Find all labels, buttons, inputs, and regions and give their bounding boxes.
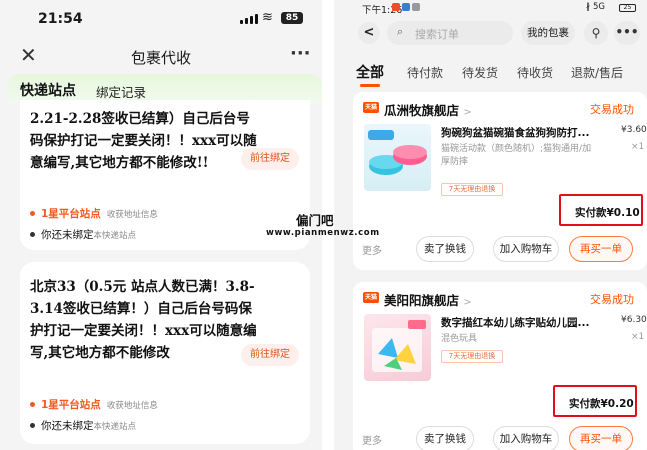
- product-price: ¥3.60: [621, 125, 647, 135]
- tmall-badge-icon: 天猫: [363, 102, 379, 113]
- orange-dot-icon: [30, 402, 35, 407]
- back-icon[interactable]: <: [358, 22, 380, 44]
- buy-again-button[interactable]: 再买一单: [569, 236, 633, 262]
- station-name: 1星平台站点: [41, 399, 101, 411]
- tab-express-station[interactable]: 快递站点: [18, 80, 78, 100]
- gray-dot-icon: [30, 232, 35, 237]
- station-description: 2.21-2.28签收已结算）自己后台号码保护打记一定要关闭！！xxx可以随意编…: [30, 111, 257, 171]
- right-screenshot: 下午1:26 ∦ 5G 25 < ⌕ 搜索订单 我的包裹 ⚲ ••• 全部 待付…: [334, 0, 647, 450]
- page-title: 包裹代收: [130, 49, 191, 67]
- bind-status-row: 你还未绑定 本快递站点: [30, 227, 136, 242]
- resell-button[interactable]: 卖了换钱: [416, 426, 474, 450]
- nav-bar: ✕ 包裹代收 ···: [0, 38, 322, 74]
- order-card: 天猫 美阳阳旗舰店 > 交易成功 数字描红本幼儿练字贴幼儿园... 混色玩具 7…: [353, 282, 647, 450]
- return-policy-tag: 7天无理由退换: [441, 350, 503, 363]
- product-qty: ×1: [631, 332, 645, 342]
- bind-status: 你还未绑定: [41, 229, 94, 241]
- station-description: 北京33（0.5元 站点人数已满！3.8-3.14签收已结算！）自己后台号码保护…: [30, 279, 257, 361]
- product-title[interactable]: 数字描红本幼儿练字贴幼儿园...: [441, 315, 601, 330]
- order-status: 交易成功: [590, 293, 634, 306]
- gray-dot-icon: [30, 423, 35, 428]
- add-to-cart-button[interactable]: 加入购物车: [493, 426, 559, 450]
- watermark-name: 偏门吧: [296, 213, 334, 228]
- order-tabs: 全部 待付款 待发货 待收货 退款/售后: [334, 56, 647, 87]
- station-row: 1星平台站点 收获地址信息: [30, 206, 158, 221]
- buy-again-button[interactable]: 再买一单: [569, 426, 633, 450]
- signal-icon: [240, 14, 258, 24]
- search-placeholder: 搜索订单: [415, 28, 459, 41]
- paid-amount: 实付款¥0.10: [575, 207, 640, 219]
- more-link[interactable]: 更多: [362, 242, 382, 257]
- battery-icon: 85: [281, 12, 303, 24]
- tab-bind-records[interactable]: 绑定记录: [96, 82, 146, 101]
- station-address-label: 收获地址信息: [106, 400, 158, 411]
- orange-dot-icon: [30, 211, 35, 216]
- shop-name-text: 美阳阳旗舰店: [384, 293, 460, 308]
- order-card: 天猫 瓜洲牧旗舰店 > 交易成功 狗碗狗盆猫碗猫食盆狗狗防打... 猫碗活动款（…: [353, 92, 647, 270]
- product-image[interactable]: [364, 124, 431, 191]
- my-packages-button[interactable]: 我的包裹: [521, 21, 575, 45]
- go-bind-button[interactable]: 前往绑定: [241, 344, 299, 366]
- return-policy-tag: 7天无理由退换: [441, 183, 503, 196]
- more-icon[interactable]: •••: [614, 21, 640, 45]
- bind-status-row: 你还未绑定 本快递站点: [30, 418, 136, 433]
- station-card: 北京33（0.5元 站点人数已满！3.8-3.14签收已结算！）自己后台号码保护…: [20, 262, 310, 444]
- order-status: 交易成功: [590, 103, 634, 116]
- status-bar: 下午1:26 ∦ 5G 25: [334, 0, 647, 16]
- shop-name[interactable]: 瓜洲牧旗舰店 >: [384, 100, 472, 119]
- tab-refund[interactable]: 退款/售后: [571, 64, 623, 81]
- bind-status: 你还未绑定: [41, 420, 94, 432]
- tab-pending-payment[interactable]: 待付款: [407, 64, 443, 81]
- add-to-cart-button[interactable]: 加入购物车: [493, 236, 559, 262]
- chevron-right-icon: >: [463, 107, 472, 118]
- origami-book-image: [372, 320, 426, 372]
- order-actions: 更多 卖了换钱 加入购物车 再买一单: [353, 234, 647, 264]
- network-status: ∦ 5G: [586, 2, 605, 12]
- tab-all[interactable]: 全部: [356, 62, 384, 87]
- station-name: 1星平台站点: [41, 208, 101, 220]
- order-header: < ⌕ 搜索订单 我的包裹 ⚲ •••: [334, 16, 647, 50]
- status-time: 21:54: [38, 11, 83, 27]
- status-bar: 21:54 ≋ 85: [0, 0, 322, 38]
- more-link[interactable]: 更多: [362, 432, 382, 447]
- battery-icon: 25: [619, 4, 636, 12]
- more-icon[interactable]: ···: [290, 43, 311, 64]
- chevron-right-icon: >: [463, 297, 472, 308]
- product-title[interactable]: 狗碗狗盆猫碗猫食盆狗狗防打...: [441, 125, 601, 140]
- left-screenshot: 21:54 ≋ 85 ✕ 包裹代收 ··· 快递站点 绑定记录 2.21-2.2…: [0, 0, 322, 450]
- paid-amount-highlight: 实付款¥0.10: [559, 194, 643, 226]
- product-spec: 猫碗活动款（颜色随机）;猫狗通用/加厚防摔: [441, 144, 592, 167]
- search-icon: ⌕: [397, 25, 404, 38]
- product-price: ¥6.30: [621, 315, 647, 325]
- tab-pending-shipment[interactable]: 待发货: [462, 64, 498, 81]
- bind-status-sub: 本快递站点: [93, 421, 137, 432]
- filter-icon[interactable]: ⚲: [584, 21, 608, 45]
- pet-bowl-image: [368, 130, 427, 175]
- tmall-badge-icon: 天猫: [363, 292, 379, 303]
- paid-amount-highlight: 实付款¥0.20: [553, 385, 637, 417]
- product-spec: 混色玩具: [441, 334, 478, 344]
- station-row: 1星平台站点 收获地址信息: [30, 397, 158, 412]
- order-search-input[interactable]: ⌕ 搜索订单: [387, 21, 513, 45]
- shop-name-text: 瓜洲牧旗舰店: [384, 103, 460, 118]
- product-image[interactable]: [364, 314, 431, 381]
- resell-button[interactable]: 卖了换钱: [416, 236, 474, 262]
- wifi-icon: ≋: [262, 10, 273, 25]
- tab-pending-receipt[interactable]: 待收货: [517, 64, 553, 81]
- watermark-url: www.pianmenwz.com: [266, 228, 380, 238]
- go-bind-button[interactable]: 前往绑定: [241, 148, 299, 170]
- paid-amount: 实付款¥0.20: [569, 398, 634, 410]
- bind-status-sub: 本快递站点: [93, 230, 137, 241]
- product-qty: ×1: [631, 142, 645, 152]
- shop-name[interactable]: 美阳阳旗舰店 >: [384, 290, 472, 309]
- notification-icons: [392, 3, 420, 11]
- station-address-label: 收获地址信息: [106, 209, 158, 220]
- order-actions: 更多 卖了换钱 加入购物车 再买一单: [353, 424, 647, 450]
